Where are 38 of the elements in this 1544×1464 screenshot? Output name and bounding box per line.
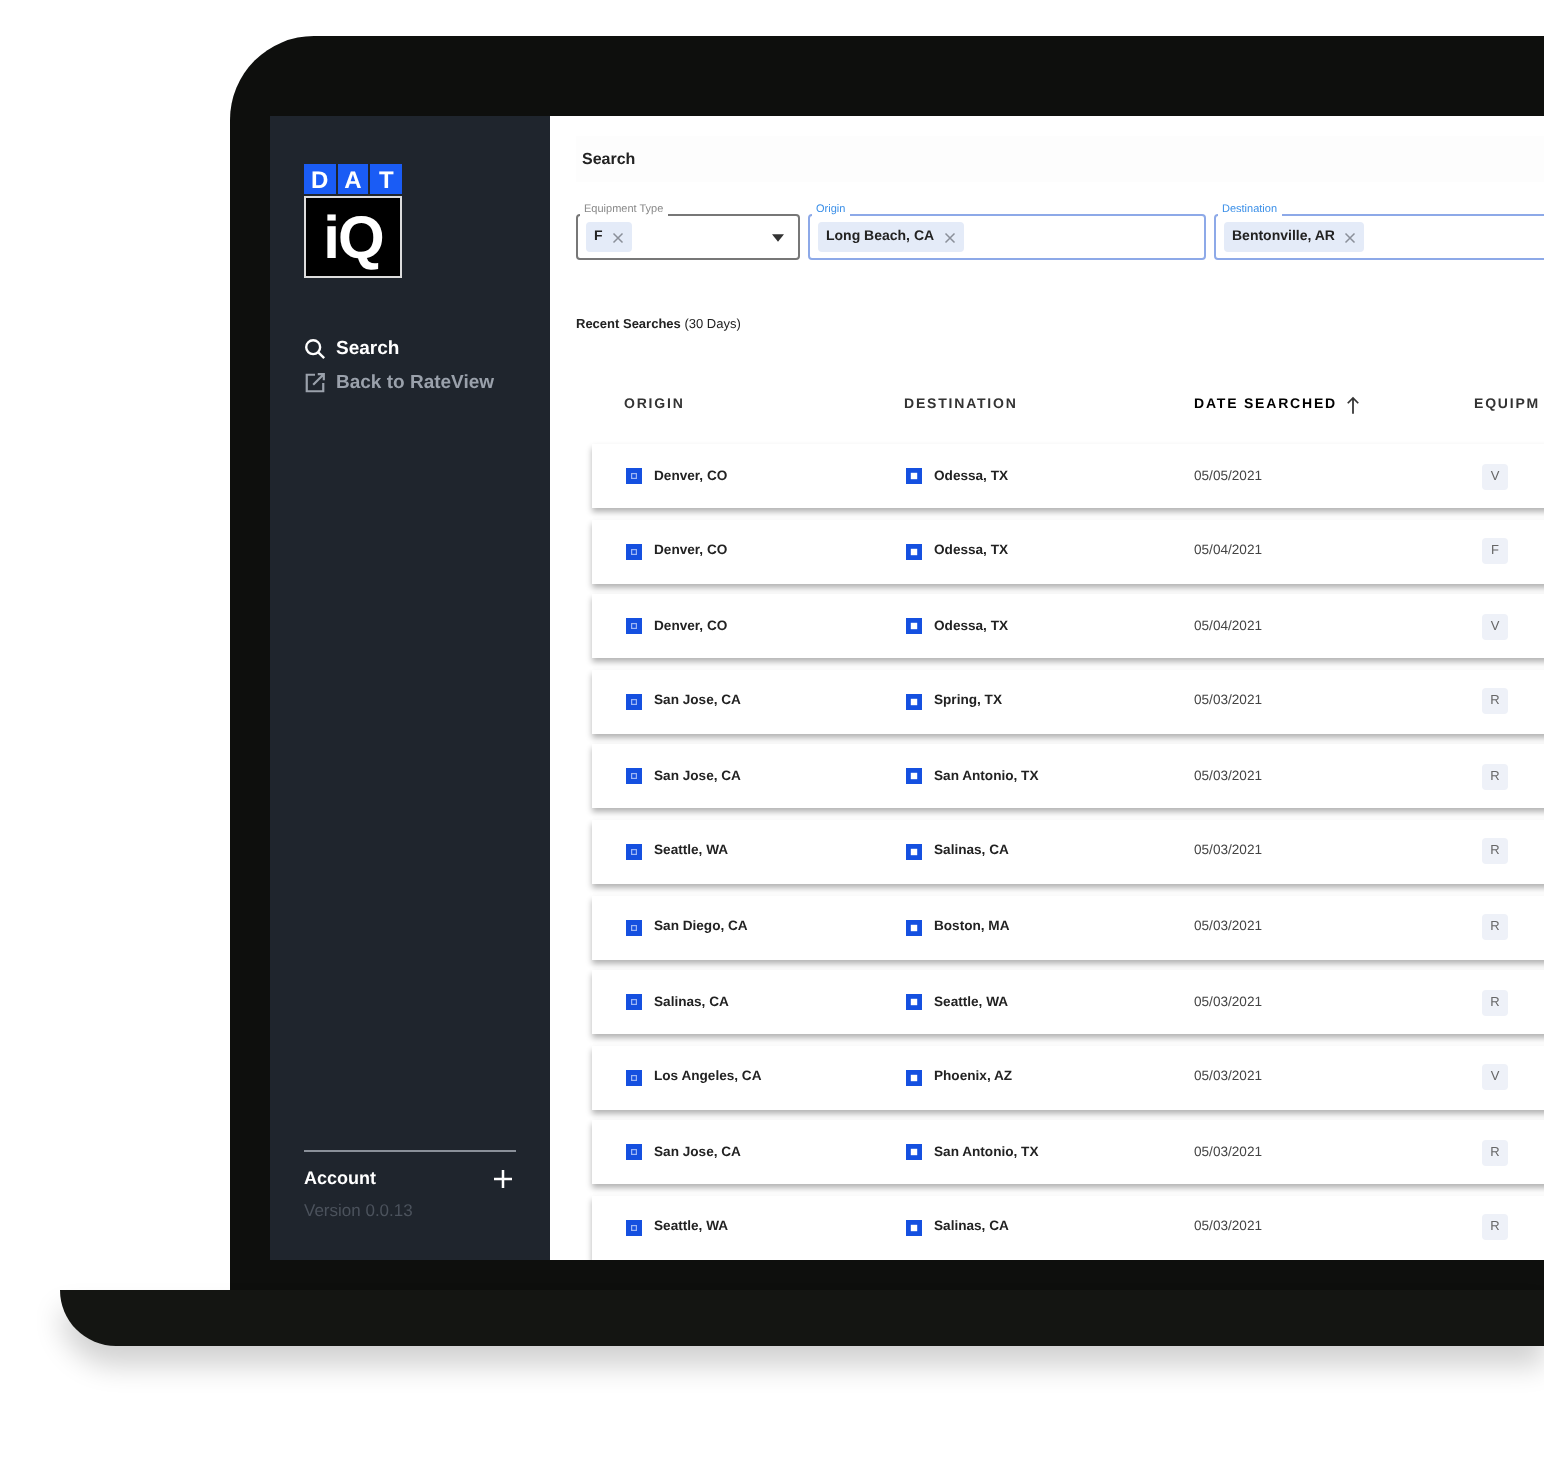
logo-letter: T (370, 164, 403, 194)
destination-square-icon (906, 843, 922, 860)
logo-letter: A (337, 164, 369, 194)
search-icon (304, 338, 326, 360)
origin-square-icon (626, 768, 642, 785)
destination-square-icon (906, 618, 922, 635)
destination-square-icon (906, 1144, 922, 1161)
nav-link[interactable]: Back to RateView (304, 372, 516, 394)
close-icon[interactable] (944, 231, 957, 243)
destination-square-icon (906, 468, 922, 484)
origin-square-icon (626, 618, 642, 635)
destination-square-icon (906, 1069, 922, 1086)
nav-link[interactable]: Search (304, 338, 516, 360)
destination-square-icon (906, 543, 922, 560)
origin-square-icon (626, 919, 642, 936)
origin-square-icon (626, 543, 642, 560)
destination-square-icon (906, 1219, 922, 1236)
destination-square-icon (906, 919, 922, 936)
close-icon[interactable] (612, 231, 625, 243)
destination-square-icon (906, 693, 922, 710)
account-label: Account (304, 1168, 376, 1188)
origin-square-icon (626, 994, 642, 1011)
sort-up-icon (1346, 396, 1361, 414)
external-link-icon (304, 372, 326, 394)
origin-square-icon (626, 1219, 642, 1236)
origin-square-icon (626, 843, 642, 860)
close-icon[interactable] (1344, 231, 1357, 243)
origin-square-icon (626, 1069, 642, 1086)
plus-icon[interactable] (494, 1169, 512, 1187)
logo-letter: D (304, 164, 336, 194)
origin-square-icon (626, 1144, 642, 1161)
page-title: Search (582, 150, 636, 168)
caret-icon (772, 233, 784, 241)
origin-square-icon (626, 693, 642, 710)
origin-square-icon (626, 468, 642, 484)
logo-mark: iQ (304, 196, 402, 278)
destination-square-icon (906, 994, 922, 1011)
destination-square-icon (906, 768, 922, 785)
